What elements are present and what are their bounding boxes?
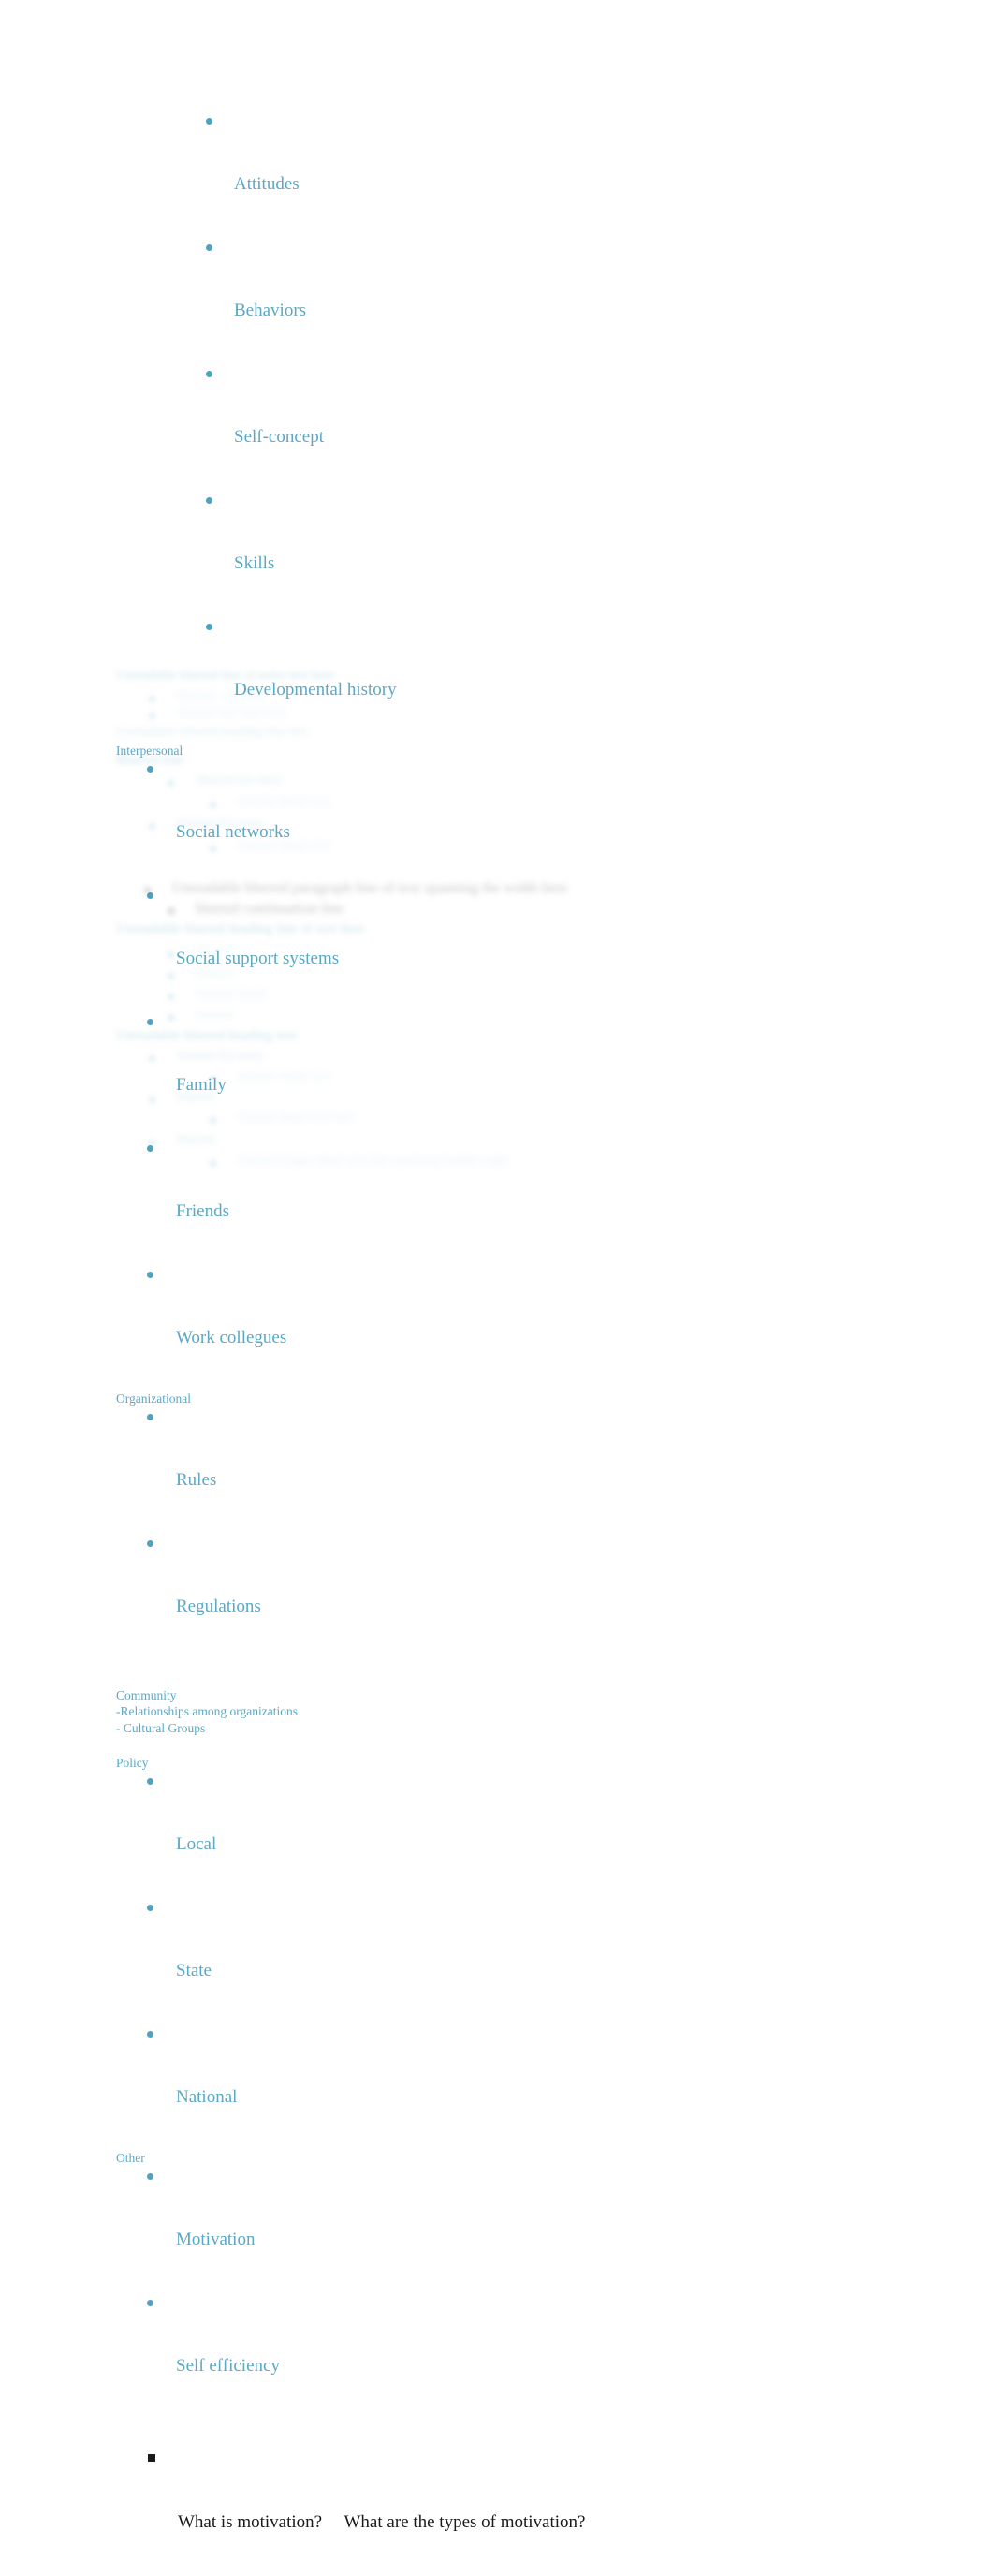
- bullet-dot-icon: [206, 118, 212, 125]
- list-item: Regulations: [116, 1533, 940, 1659]
- blurred-text-line: Unreadable blurred heading text: [116, 1028, 298, 1043]
- blurred-text-line: blurred continuation line: [196, 901, 344, 917]
- document-page: Attitudes Behaviors Self-concept Skills …: [0, 0, 994, 2532]
- bullet-dot-icon: [147, 1272, 153, 1278]
- list-item-label: State: [176, 1960, 212, 1980]
- bullet-dot-icon: [147, 2300, 153, 2306]
- blurred-bullet-icon: [168, 951, 174, 958]
- blurred-text-line: blurred: [196, 966, 234, 980]
- blurred-text-line: blurred: [177, 1090, 215, 1104]
- section-heading-policy: Policy: [116, 1756, 149, 1770]
- blurred-text-line: blurred longer detail text line spanning…: [238, 1154, 508, 1168]
- blurred-text-line: blurred detail text: [238, 839, 331, 853]
- blurred-bullet-icon: [168, 1014, 174, 1021]
- bullet-dot-icon: [206, 244, 212, 251]
- list-item: Rules: [116, 1406, 940, 1533]
- list-item-label: Motivation: [176, 2229, 256, 2249]
- bullet-square-icon: [148, 2454, 155, 2462]
- list-item: Local: [116, 1771, 940, 1897]
- blurred-text-line: Unreadable blurred heading line text: [116, 725, 309, 739]
- bullet-dot-icon: [147, 1778, 153, 1785]
- blurred-bullet-icon: [210, 1160, 216, 1167]
- blurred-bullet-icon: [210, 802, 216, 808]
- bullet-dot-icon: [147, 1540, 153, 1547]
- bullet-dot-icon: [147, 2031, 153, 2038]
- blurred-bullet-icon: [168, 907, 175, 915]
- bullet-dot-icon: [206, 371, 212, 377]
- question-text: What is motivation? What are the types o…: [178, 2512, 586, 2532]
- blurred-text-line: blurred sub item: [177, 689, 267, 703]
- blurred-bullet-icon: [210, 846, 216, 852]
- blurred-text-line: blurred detail text line: [238, 1111, 355, 1125]
- other-list: Motivation Self efficiency: [116, 2166, 940, 2419]
- blurred-bullet-icon: [149, 713, 155, 719]
- bullet-dot-icon: [147, 1905, 153, 1911]
- list-item: Self-concept: [116, 363, 940, 490]
- list-item: Self efficiency: [116, 2292, 940, 2419]
- blurred-text-line: blurred: [196, 945, 234, 959]
- bullet-dot-icon: [147, 1414, 153, 1420]
- list-item: Skills: [116, 490, 940, 616]
- list-item-label: Friends: [176, 1200, 229, 1221]
- blurred-text-line: Blurred line: [116, 753, 184, 768]
- blurred-bullet-icon: [149, 1140, 155, 1146]
- blurred-bullet-icon: [168, 994, 174, 1000]
- list-item-label: National: [176, 2086, 238, 2107]
- question-line: What is motivation? What are the types o…: [116, 2447, 940, 2576]
- blurred-bullet-icon: [149, 696, 155, 702]
- blurred-text-line: blurred detail: [196, 987, 267, 1001]
- blurred-bullet-icon: [149, 1055, 155, 1062]
- list-item-label: Regulations: [176, 1596, 261, 1616]
- list-item-label: Self efficiency: [176, 2355, 280, 2376]
- list-item-label: Work collegues: [176, 1327, 287, 1347]
- section-heading-organizational: Organizational: [116, 1391, 191, 1406]
- blurred-bullet-icon: [210, 1076, 216, 1082]
- bullet-dot-icon: [206, 624, 212, 630]
- list-item: National: [116, 2024, 940, 2150]
- list-item-label: Rules: [176, 1469, 217, 1490]
- list-item-label: Behaviors: [234, 300, 307, 320]
- blurred-bullet-icon: [210, 1117, 216, 1124]
- blurred-text-line: blurred sub item text: [177, 706, 286, 720]
- list-item: Work collegues: [116, 1264, 940, 1391]
- individual-attributes-list: Attitudes Behaviors Self-concept Skills …: [116, 110, 940, 743]
- community-line: -Relationships among organizations: [116, 1704, 298, 1718]
- organizational-list: Rules Regulations: [116, 1406, 940, 1659]
- community-line: - Cultural Groups: [116, 1720, 206, 1735]
- list-item: Motivation: [116, 2166, 940, 2292]
- blurred-notes-region: Unreadable blurred line of notes text he…: [116, 669, 958, 1193]
- list-item-label: Self-concept: [234, 426, 325, 447]
- blurred-text-line: blurred: [196, 1008, 234, 1022]
- list-item-label: Skills: [234, 552, 275, 573]
- blurred-text-line: blurred list entry: [177, 817, 265, 831]
- blurred-text-line: Unreadable blurred heading line of text …: [116, 921, 365, 936]
- section-heading-other: Other: [116, 2151, 145, 2165]
- list-item: State: [116, 1897, 940, 2024]
- section-heading-community: Community: [116, 1688, 177, 1702]
- notes-content: Attitudes Behaviors Self-concept Skills …: [116, 110, 940, 2576]
- bullet-dot-icon: [206, 497, 212, 504]
- list-item-label: Attitudes: [234, 173, 300, 194]
- blurred-bullet-icon: [149, 823, 155, 830]
- blurred-text-line: blurred list entry: [177, 1049, 265, 1063]
- list-item: Behaviors: [116, 237, 940, 363]
- list-item-label: Local: [176, 1833, 217, 1854]
- blurred-bullet-icon: [144, 887, 152, 894]
- blurred-text-line: Unreadable blurred paragraph line of tex…: [172, 880, 568, 896]
- list-item: Attitudes: [116, 110, 940, 237]
- bullet-dot-icon: [147, 2173, 153, 2180]
- blurred-bullet-icon: [168, 780, 174, 787]
- blurred-text-line: blurred: [177, 1133, 215, 1147]
- blurred-bullet-icon: [168, 973, 174, 979]
- blurred-text-line: Unreadable blurred line of notes text he…: [116, 669, 335, 683]
- blurred-text-line: blurred detail text: [238, 795, 331, 809]
- blurred-bullet-icon: [149, 1097, 155, 1103]
- policy-list: Local State National: [116, 1771, 940, 2150]
- blurred-text-line: blurred list entry: [196, 773, 284, 788]
- blurred-text-line: blurred detail text: [238, 1069, 331, 1083]
